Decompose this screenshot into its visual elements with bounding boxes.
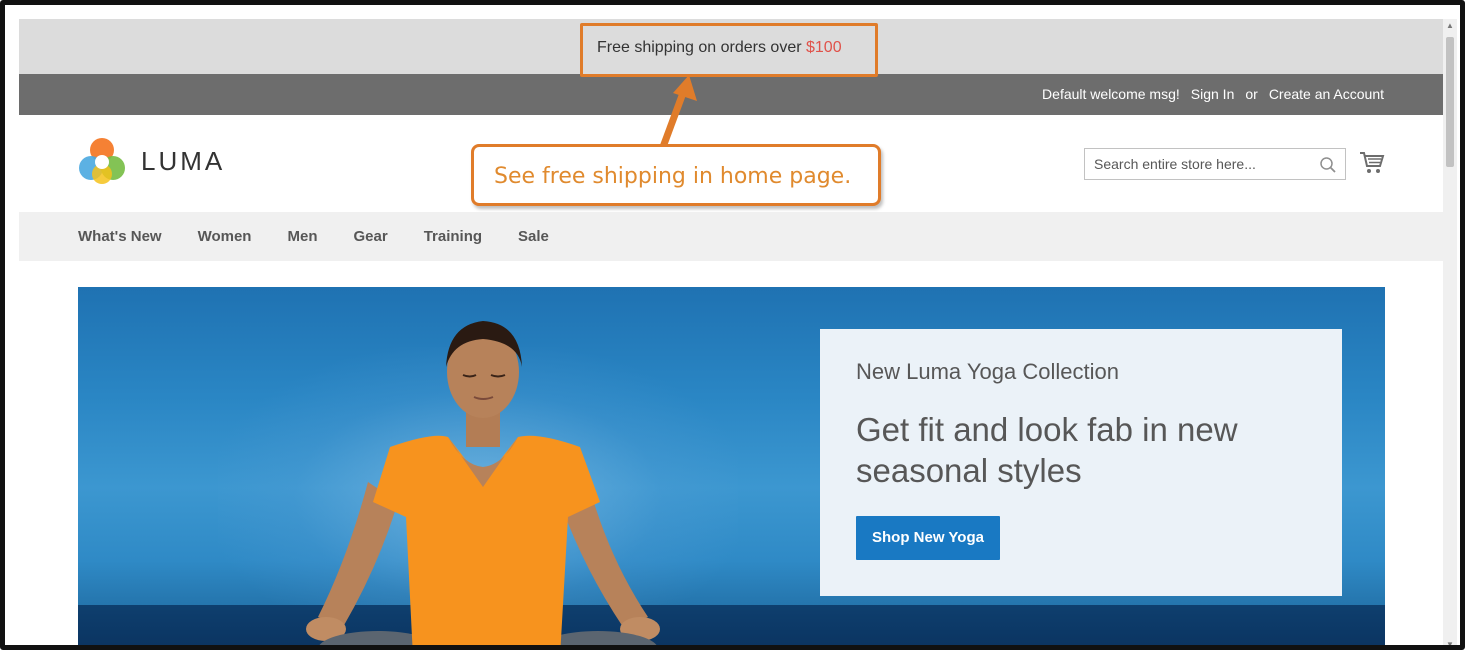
annotation-callout-text: See free shipping in home page. (494, 164, 852, 189)
hero-subtitle: New Luma Yoga Collection (856, 359, 1119, 384)
scroll-up-arrow-icon[interactable]: ▲ (1443, 19, 1457, 33)
luma-logo-icon (79, 138, 125, 184)
hero-title: Get fit and look fab in new seasonal sty… (856, 411, 1238, 489)
panel-header: Default welcome msg! Sign In or Create a… (19, 74, 1443, 115)
or-separator: or (1245, 86, 1258, 102)
scrollbar-thumb[interactable] (1446, 37, 1454, 167)
luma-logo[interactable]: LUMA (79, 137, 225, 185)
shop-new-yoga-button[interactable]: Shop New Yoga (856, 516, 1000, 560)
annotation-highlight-box (580, 23, 878, 77)
annotation-arrow-icon (659, 75, 697, 149)
search-box (1084, 148, 1346, 180)
annotation-callout: See free shipping in home page. (471, 144, 881, 206)
browser-viewport: Free shipping on orders over $100 Defaul… (19, 19, 1443, 645)
nav-items: What's New Women Men Gear Training Sale (78, 228, 585, 245)
sign-in-link[interactable]: Sign In (1191, 86, 1235, 102)
nav-item-whats-new[interactable]: What's New (78, 228, 162, 245)
screenshot-frame: Free shipping on orders over $100 Defaul… (0, 0, 1465, 650)
nav-item-gear[interactable]: Gear (353, 228, 387, 245)
create-account-link[interactable]: Create an Account (1269, 86, 1384, 102)
welcome-message: Default welcome msg! (1042, 86, 1180, 102)
hero-banner[interactable]: New Luma Yoga Collection Get fit and loo… (78, 287, 1385, 645)
vertical-scrollbar[interactable]: ▲ ▼ (1443, 19, 1457, 645)
search-icon[interactable] (1319, 156, 1337, 174)
header-links: Default welcome msg! Sign In or Create a… (1042, 86, 1384, 102)
nav-item-women[interactable]: Women (198, 228, 252, 245)
nav-item-men[interactable]: Men (287, 228, 317, 245)
nav-item-sale[interactable]: Sale (518, 228, 549, 245)
yoga-model-image (306, 321, 660, 645)
luma-logo-text: LUMA (141, 145, 226, 176)
hero-promo-card: New Luma Yoga Collection Get fit and loo… (820, 329, 1342, 596)
search-input[interactable] (1085, 149, 1315, 179)
nav-item-training[interactable]: Training (424, 228, 482, 245)
cart-icon[interactable] (1359, 151, 1385, 175)
scroll-down-arrow-icon[interactable]: ▼ (1443, 638, 1457, 645)
main-navigation: What's New Women Men Gear Training Sale (19, 212, 1443, 261)
